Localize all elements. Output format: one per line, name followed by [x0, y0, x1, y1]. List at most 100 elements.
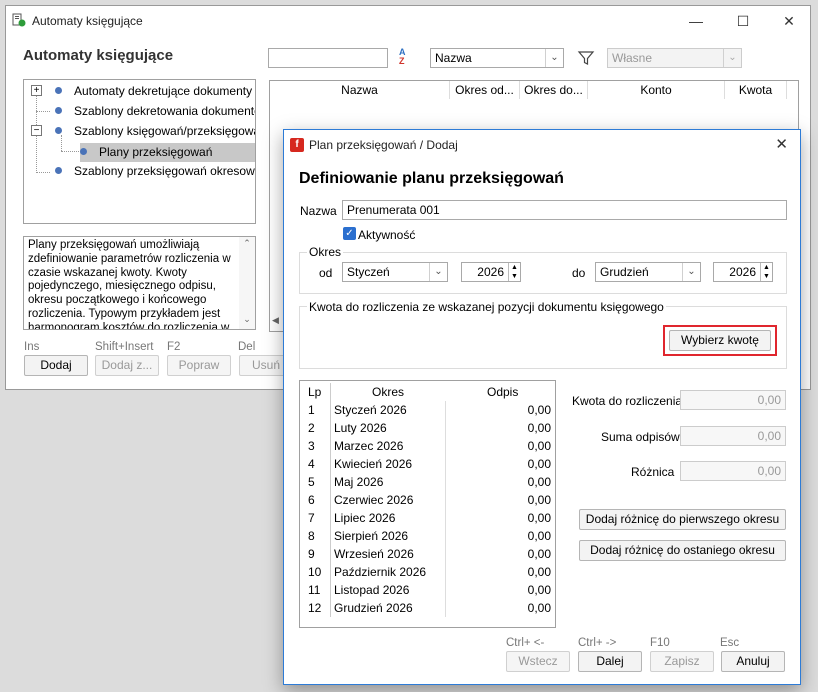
table-row[interactable]: 11 Listopad 2026 0,00: [300, 581, 555, 599]
add-button[interactable]: Dodaj: [24, 355, 88, 376]
row-period: Wrzesień 2026: [334, 547, 414, 561]
tree-item-szablony-ksiegowan[interactable]: Szablony księgowań/przeksięgowań: [55, 124, 255, 138]
spin-up-icon[interactable]: ▲: [761, 263, 772, 272]
table-row[interactable]: 10 Październik 2026 0,00: [300, 563, 555, 581]
active-label: Aktywność: [358, 228, 416, 242]
name-label: Nazwa: [300, 204, 337, 218]
row-period: Styczeń 2026: [334, 403, 407, 417]
scrollbar[interactable]: ⌃ ⌄: [239, 237, 255, 329]
scroll-left-icon[interactable]: ◀: [272, 315, 279, 326]
expand-toggle[interactable]: +: [31, 85, 42, 96]
table-row[interactable]: 7 Lipiec 2026 0,00: [300, 509, 555, 527]
bullet-icon: [55, 107, 62, 114]
amount-to-settle-label: Kwota do rozliczenia: [572, 394, 683, 408]
chevron-down-icon: ⌄: [545, 49, 563, 67]
table-row[interactable]: 6 Czerwiec 2026 0,00: [300, 491, 555, 509]
difference-label: Różnica: [631, 465, 675, 479]
filter-select[interactable]: Własne ⌄: [607, 48, 742, 68]
bullet-icon: [80, 148, 87, 155]
to-month-select[interactable]: Grudzień ⌄: [595, 262, 701, 282]
collapse-toggle[interactable]: −: [31, 125, 42, 136]
column-header[interactable]: Konto: [588, 81, 725, 99]
table-row[interactable]: 5 Maj 2026 0,00: [300, 473, 555, 491]
scroll-up-icon[interactable]: ⌃: [239, 237, 255, 251]
bullet-icon: [55, 167, 62, 174]
from-month-value: Styczeń: [347, 265, 390, 279]
row-lp: 2: [308, 421, 315, 435]
row-period: Kwiecień 2026: [334, 457, 413, 471]
tree-item-plany-przeksiegowan[interactable]: Plany przeksięgowań: [80, 143, 255, 162]
close-window-button[interactable]: ✕: [769, 8, 809, 34]
scroll-down-icon[interactable]: ⌄: [239, 313, 255, 327]
row-lp: 4: [308, 457, 315, 471]
column-header[interactable]: Nazwa: [270, 81, 450, 99]
column-header[interactable]: Okres od...: [450, 81, 520, 99]
table-row[interactable]: 3 Marzec 2026 0,00: [300, 437, 555, 455]
shortcut-label: Shift+Insert: [95, 341, 154, 353]
sort-az-icon[interactable]: AZ: [399, 48, 417, 68]
back-button[interactable]: Wstecz: [506, 651, 570, 672]
table-row[interactable]: 2 Luty 2026 0,00: [300, 419, 555, 437]
bullet-icon: [55, 127, 62, 134]
add-diff-last-button[interactable]: Dodaj różnicę do ostaniego okresu: [579, 540, 786, 561]
tree-item-label: Plany przeksięgowań: [99, 145, 213, 159]
filter-icon[interactable]: [577, 49, 595, 67]
cancel-button[interactable]: Anuluj: [721, 651, 785, 672]
add-from-button[interactable]: Dodaj z...: [95, 355, 159, 376]
column-header[interactable]: Kwota: [725, 81, 787, 99]
from-year-spinner[interactable]: 2026 ▲ ▼: [461, 262, 521, 282]
row-amount: 0,00: [527, 457, 551, 471]
table-row[interactable]: 4 Kwiecień 2026 0,00: [300, 455, 555, 473]
row-amount: 0,00: [527, 565, 551, 579]
sum-field: 0,00: [680, 426, 786, 446]
row-amount: 0,00: [527, 511, 551, 525]
row-period: Luty 2026: [334, 421, 387, 435]
tree-item-label: Szablony dekretowania dokumentów: [74, 104, 256, 118]
active-checkbox[interactable]: ✓: [343, 227, 356, 240]
search-input[interactable]: [268, 48, 388, 68]
choose-amount-button[interactable]: Wybierz kwotę: [669, 330, 771, 351]
row-period: Grudzień 2026: [334, 601, 413, 615]
from-month-select[interactable]: Styczeń ⌄: [342, 262, 448, 282]
sort-field-select[interactable]: Nazwa ⌄: [430, 48, 564, 68]
spin-up-icon[interactable]: ▲: [509, 263, 520, 272]
save-button[interactable]: Zapisz: [650, 651, 714, 672]
column-header[interactable]: Okres do...: [520, 81, 588, 99]
row-amount: 0,00: [527, 493, 551, 507]
maximize-button[interactable]: ☐: [723, 8, 763, 34]
table-row[interactable]: 12 Grudzień 2026 0,00: [300, 599, 555, 617]
tree-panel: + Automaty dekretujące dokumenty VAT Sza…: [23, 79, 256, 224]
tree-item-automaty-dekretujace[interactable]: Automaty dekretujące dokumenty VAT: [55, 84, 255, 98]
delete-button[interactable]: Usuń: [239, 355, 285, 376]
amount-group-title: Kwota do rozliczenia ze wskazanej pozycj…: [307, 300, 666, 314]
description-text: Plany przeksięgowań umożliwiają zdefinio…: [28, 239, 231, 330]
table-row[interactable]: 1 Styczeń 2026 0,00: [300, 401, 555, 419]
edit-button[interactable]: Popraw: [167, 355, 231, 376]
row-amount: 0,00: [527, 421, 551, 435]
table-row[interactable]: 8 Sierpień 2026 0,00: [300, 527, 555, 545]
dialog-heading: Definiowanie planu przeksięgowań: [299, 170, 564, 187]
next-button[interactable]: Dalej: [578, 651, 642, 672]
to-year-spinner[interactable]: 2026 ▲ ▼: [713, 262, 773, 282]
close-icon[interactable]: ✕: [775, 135, 788, 153]
minimize-button[interactable]: —: [676, 8, 716, 34]
period-table[interactable]: Lp Okres Odpis 1 Styczeń 2026 0,00 2 Luty 20…: [299, 380, 556, 628]
spinner-arrows[interactable]: ▲ ▼: [760, 263, 772, 281]
bullet-icon: [55, 87, 62, 94]
tree-item-szablony-dekretowania[interactable]: Szablony dekretowania dokumentów: [55, 104, 256, 118]
spinner-arrows[interactable]: ▲ ▼: [508, 263, 520, 281]
add-diff-first-button[interactable]: Dodaj różnicę do pierwszego okresu: [579, 509, 786, 530]
to-month-value: Grudzień: [600, 265, 649, 279]
name-input[interactable]: Prenumerata 001: [342, 200, 787, 220]
spin-down-icon[interactable]: ▼: [509, 272, 520, 281]
table-row[interactable]: 9 Wrzesień 2026 0,00: [300, 545, 555, 563]
row-amount: 0,00: [527, 475, 551, 489]
row-period: Maj 2026: [334, 475, 384, 489]
row-period: Październik 2026: [334, 565, 427, 579]
spin-down-icon[interactable]: ▼: [761, 272, 772, 281]
period-group-title: Okres: [307, 245, 344, 259]
plan-dialog: f Plan przeksięgowań / Dodaj ✕ Definiowa…: [283, 129, 801, 685]
sum-label: Suma odpisów: [601, 430, 680, 444]
row-period: Listopad 2026: [334, 583, 410, 597]
tree-item-szablony-okresowych[interactable]: Szablony przeksięgowań okresowych: [55, 164, 255, 178]
